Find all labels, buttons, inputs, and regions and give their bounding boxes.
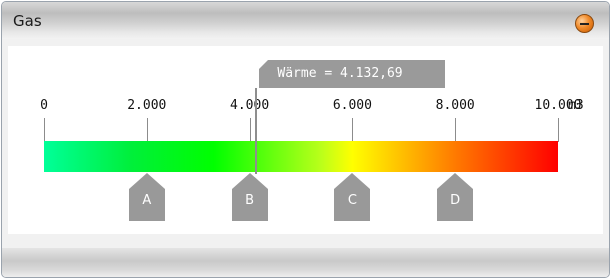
tick-label: 8.000 xyxy=(435,98,475,113)
tick-line xyxy=(146,118,148,142)
threshold-marker-a[interactable]: A xyxy=(128,173,165,221)
tick-label: 4.000 xyxy=(230,98,270,113)
tick-line xyxy=(44,118,45,142)
tick-line xyxy=(249,118,251,142)
threshold-marker-d[interactable]: D xyxy=(437,173,474,221)
tick-line xyxy=(352,118,354,142)
tick-label: 6.000 xyxy=(332,98,372,113)
marker-label: A xyxy=(142,193,152,208)
tick-label: 0 xyxy=(40,98,48,113)
marker-label: C xyxy=(347,193,357,208)
threshold-marker-b[interactable]: B xyxy=(231,173,268,221)
tick-label: 2.000 xyxy=(127,98,167,113)
scale-unit: m3 xyxy=(568,98,584,113)
tick-line xyxy=(558,118,559,142)
gradient-scale-bar xyxy=(44,141,558,172)
callout-text: Wärme = 4.132,69 xyxy=(277,66,403,81)
gas-panel: Gas 0 2.000 4.000 6.000 8.000 10.000 m3 ABCD … xyxy=(1,1,610,278)
panel-titlebar: Gas xyxy=(2,2,609,39)
panel-title: Gas xyxy=(13,12,42,30)
marker-label: D xyxy=(450,193,461,208)
current-value-indicator xyxy=(255,88,258,174)
value-callout: Wärme = 4.132,69 xyxy=(259,60,446,88)
threshold-marker-c[interactable]: C xyxy=(334,173,371,221)
marker-label: B xyxy=(245,193,255,208)
minus-circle-icon[interactable] xyxy=(575,14,594,33)
panel-footer xyxy=(2,248,609,277)
tick-line xyxy=(455,118,457,142)
gauge-area: 0 2.000 4.000 6.000 8.000 10.000 m3 ABCD Wärm… xyxy=(8,46,603,234)
